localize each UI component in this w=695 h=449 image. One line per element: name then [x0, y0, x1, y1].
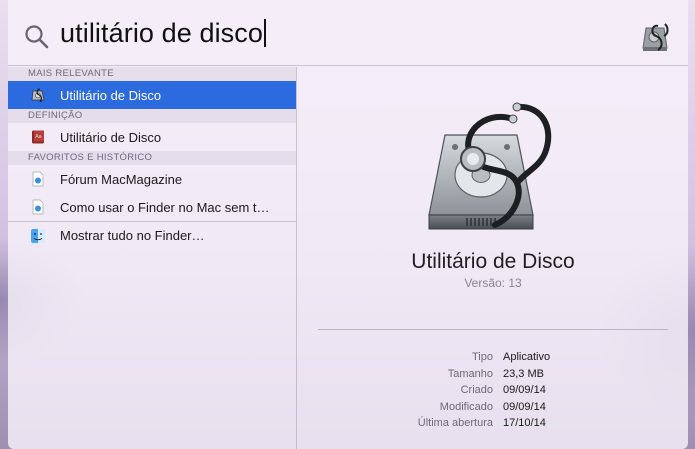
result-label: Utilitário de Disco: [60, 87, 162, 103]
section-header-favorites-history: FAVORITOS E HISTÓRICO: [8, 151, 296, 165]
metadata-value: 23,3 MB: [503, 367, 544, 380]
metadata-value: 09/09/14: [503, 400, 546, 413]
result-label: Utilitário de Disco: [60, 129, 162, 145]
divider: [318, 329, 668, 330]
result-label: Mostrar tudo no Finder…: [60, 228, 205, 243]
svg-text:Aa: Aa: [35, 134, 41, 140]
metadata-table: Tipo Aplicativo Tamanho 23,3 MB Criado 0…: [298, 349, 688, 432]
section-header-definition: DEFINIÇÃO: [8, 109, 296, 123]
result-item-definition[interactable]: Aa Utilitário de Disco: [8, 123, 296, 151]
preview-pane: Utilitário de Disco Versão: 13 Tipo Apli…: [298, 67, 688, 449]
show-all-in-finder[interactable]: Mostrar tudo no Finder…: [8, 221, 296, 249]
result-item-disk-utility-app[interactable]: Utilitário de Disco: [8, 81, 296, 109]
metadata-value: Aplicativo: [503, 351, 551, 364]
disk-utility-icon: [428, 102, 552, 230]
metadata-row: Tipo Aplicativo: [298, 349, 688, 366]
search-bar[interactable]: utilitário de disco: [8, 0, 688, 66]
result-label: Fórum MacMagazine: [60, 171, 183, 187]
metadata-key: Modificado: [439, 400, 493, 413]
metadata-row: Tamanho 23,3 MB: [298, 366, 688, 383]
search-query: utilitário de disco: [60, 18, 264, 48]
metadata-row: Última abertura 17/10/14: [298, 415, 688, 432]
metadata-row: Criado 09/09/14: [298, 382, 688, 399]
metadata-key: Criado: [460, 384, 493, 397]
text-caret: [264, 19, 266, 47]
disk-utility-icon: [30, 87, 46, 103]
metadata-value: 17/10/14: [503, 417, 546, 430]
bookmark-icon: [30, 199, 46, 215]
result-item-bookmark-finder-guide[interactable]: Como usar o Finder no Mac sem t…: [8, 193, 296, 221]
search-input[interactable]: utilitário de disco: [60, 18, 266, 49]
section-header-top-hit: MAIS RELEVANTE: [8, 67, 296, 81]
search-icon: [25, 25, 49, 49]
bookmark-icon: [30, 171, 46, 187]
metadata-row: Modificado 09/09/14: [298, 399, 688, 416]
metadata-key: Tamanho: [447, 367, 493, 380]
metadata-key: Tipo: [472, 351, 493, 364]
spotlight-window: utilitário de disco MAIS RELEVANTE Utili…: [8, 0, 688, 449]
result-item-bookmark-forum[interactable]: Fórum MacMagazine: [8, 165, 296, 193]
disk-utility-icon: [642, 23, 669, 51]
finder-icon: [30, 228, 46, 244]
dictionary-icon: Aa: [30, 129, 46, 145]
results-list: MAIS RELEVANTE Utilitário de Disco DEFIN…: [8, 67, 297, 449]
preview-version: Versão: 13: [464, 276, 522, 290]
result-label: Como usar o Finder no Mac sem t…: [60, 199, 270, 215]
metadata-value: 09/09/14: [503, 384, 546, 397]
metadata-key: Última abertura: [417, 417, 493, 430]
preview-title: Utilitário de Disco: [411, 250, 575, 273]
